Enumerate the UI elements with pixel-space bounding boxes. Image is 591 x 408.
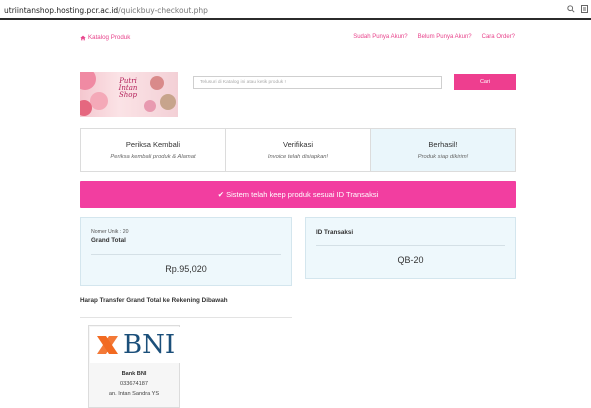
- nav-link-belum-punya-akun[interactable]: Belum Punya Akun?: [418, 34, 472, 40]
- step-desc: Produk siap dikirim!: [417, 154, 469, 160]
- zoom-icon[interactable]: [567, 5, 575, 15]
- bni-logo-text: BNI: [123, 330, 176, 360]
- logo-flower-decoration: [80, 100, 92, 116]
- transaction-id-value: QB-20: [397, 255, 424, 265]
- bni-mark-icon: [97, 336, 118, 354]
- shop-logo[interactable]: Putri Intan Shop: [80, 72, 178, 117]
- grand-total-box: Nomer Unik : 20 Grand Total Rp.95,020: [80, 217, 292, 286]
- step-verifikasi: Verifikasi Invoice telah disiapkan!: [226, 129, 371, 171]
- home-icon: [80, 35, 86, 40]
- step-berhasil: Berhasil! Produk siap dikirim!: [371, 129, 515, 171]
- nav-katalog-label: Katalog Produk: [88, 34, 131, 41]
- nav-account-links: Sudah Punya Akun? Belum Punya Akun? Cara…: [353, 34, 515, 40]
- divider: [80, 317, 292, 318]
- bni-logo: BNI: [90, 327, 180, 363]
- address-bar[interactable]: utriintanshop.hosting.pcr.ac.id/quickbuy…: [0, 0, 591, 20]
- logo-title: Putri Intan Shop: [113, 78, 143, 99]
- nav-link-cara-order[interactable]: Cara Order?: [482, 34, 515, 40]
- nav-katalog-produk[interactable]: Katalog Produk: [80, 34, 130, 41]
- transaction-id-box: ID Transaksi QB-20: [305, 217, 516, 279]
- divider: [91, 254, 281, 255]
- url-text[interactable]: utriintanshop.hosting.pcr.ac.id/quickbuy…: [4, 6, 208, 15]
- url-host: utriintanshop.hosting.pcr.ac.id: [4, 6, 119, 15]
- step-periksa-kembali: Periksa Kembali Periksa kembali produk &…: [81, 129, 226, 171]
- logo-product-decoration: [150, 76, 164, 90]
- step-desc: Periksa kembali produk & Alamat: [110, 154, 196, 160]
- bank-account-holder: an. Intan Sandra YS: [108, 391, 160, 397]
- success-banner: ✔ Sistem telah keep produk sesuai ID Tra…: [80, 181, 516, 208]
- transaction-id-label: ID Transaksi: [316, 229, 354, 236]
- logo-line-3: Shop: [119, 91, 137, 99]
- transfer-instruction: Harap Transfer Grand Total ke Rekening D…: [80, 297, 228, 304]
- grand-total-value: Rp.95,020: [165, 264, 207, 274]
- step-title: Berhasil!: [428, 140, 458, 149]
- grand-total-label: Grand Total: [91, 237, 126, 244]
- search-input[interactable]: Telusuri di Katalog ini atau ketik produ…: [193, 76, 442, 89]
- address-bar-icons: [567, 5, 588, 15]
- nav-link-sudah-punya-akun[interactable]: Sudah Punya Akun?: [353, 34, 407, 40]
- logo-flower-decoration: [80, 72, 96, 90]
- unique-number: Nomer Unik : 20: [91, 229, 129, 235]
- step-title: Verifikasi: [282, 140, 313, 149]
- url-path: /quickbuy-checkout.php: [118, 6, 208, 15]
- search-placeholder: Telusuri di Katalog ini atau ketik produ…: [200, 80, 286, 85]
- step-title: Periksa Kembali: [125, 140, 181, 149]
- checkout-steps: Periksa Kembali Periksa kembali produk &…: [80, 128, 516, 172]
- divider: [316, 245, 505, 246]
- extension-icon[interactable]: [581, 5, 588, 15]
- bank-account-number: 033674187: [120, 381, 148, 387]
- logo-flower-decoration: [90, 92, 108, 110]
- bank-card-bni: BNI Bank BNI 033674187 an. Intan Sandra …: [88, 325, 180, 408]
- step-desc: Invoice telah disiapkan!: [267, 154, 329, 160]
- logo-product-decoration: [160, 94, 176, 110]
- bank-name: Bank BNI: [121, 371, 147, 377]
- search-button[interactable]: Cari: [454, 74, 516, 90]
- logo-product-decoration: [144, 100, 156, 112]
